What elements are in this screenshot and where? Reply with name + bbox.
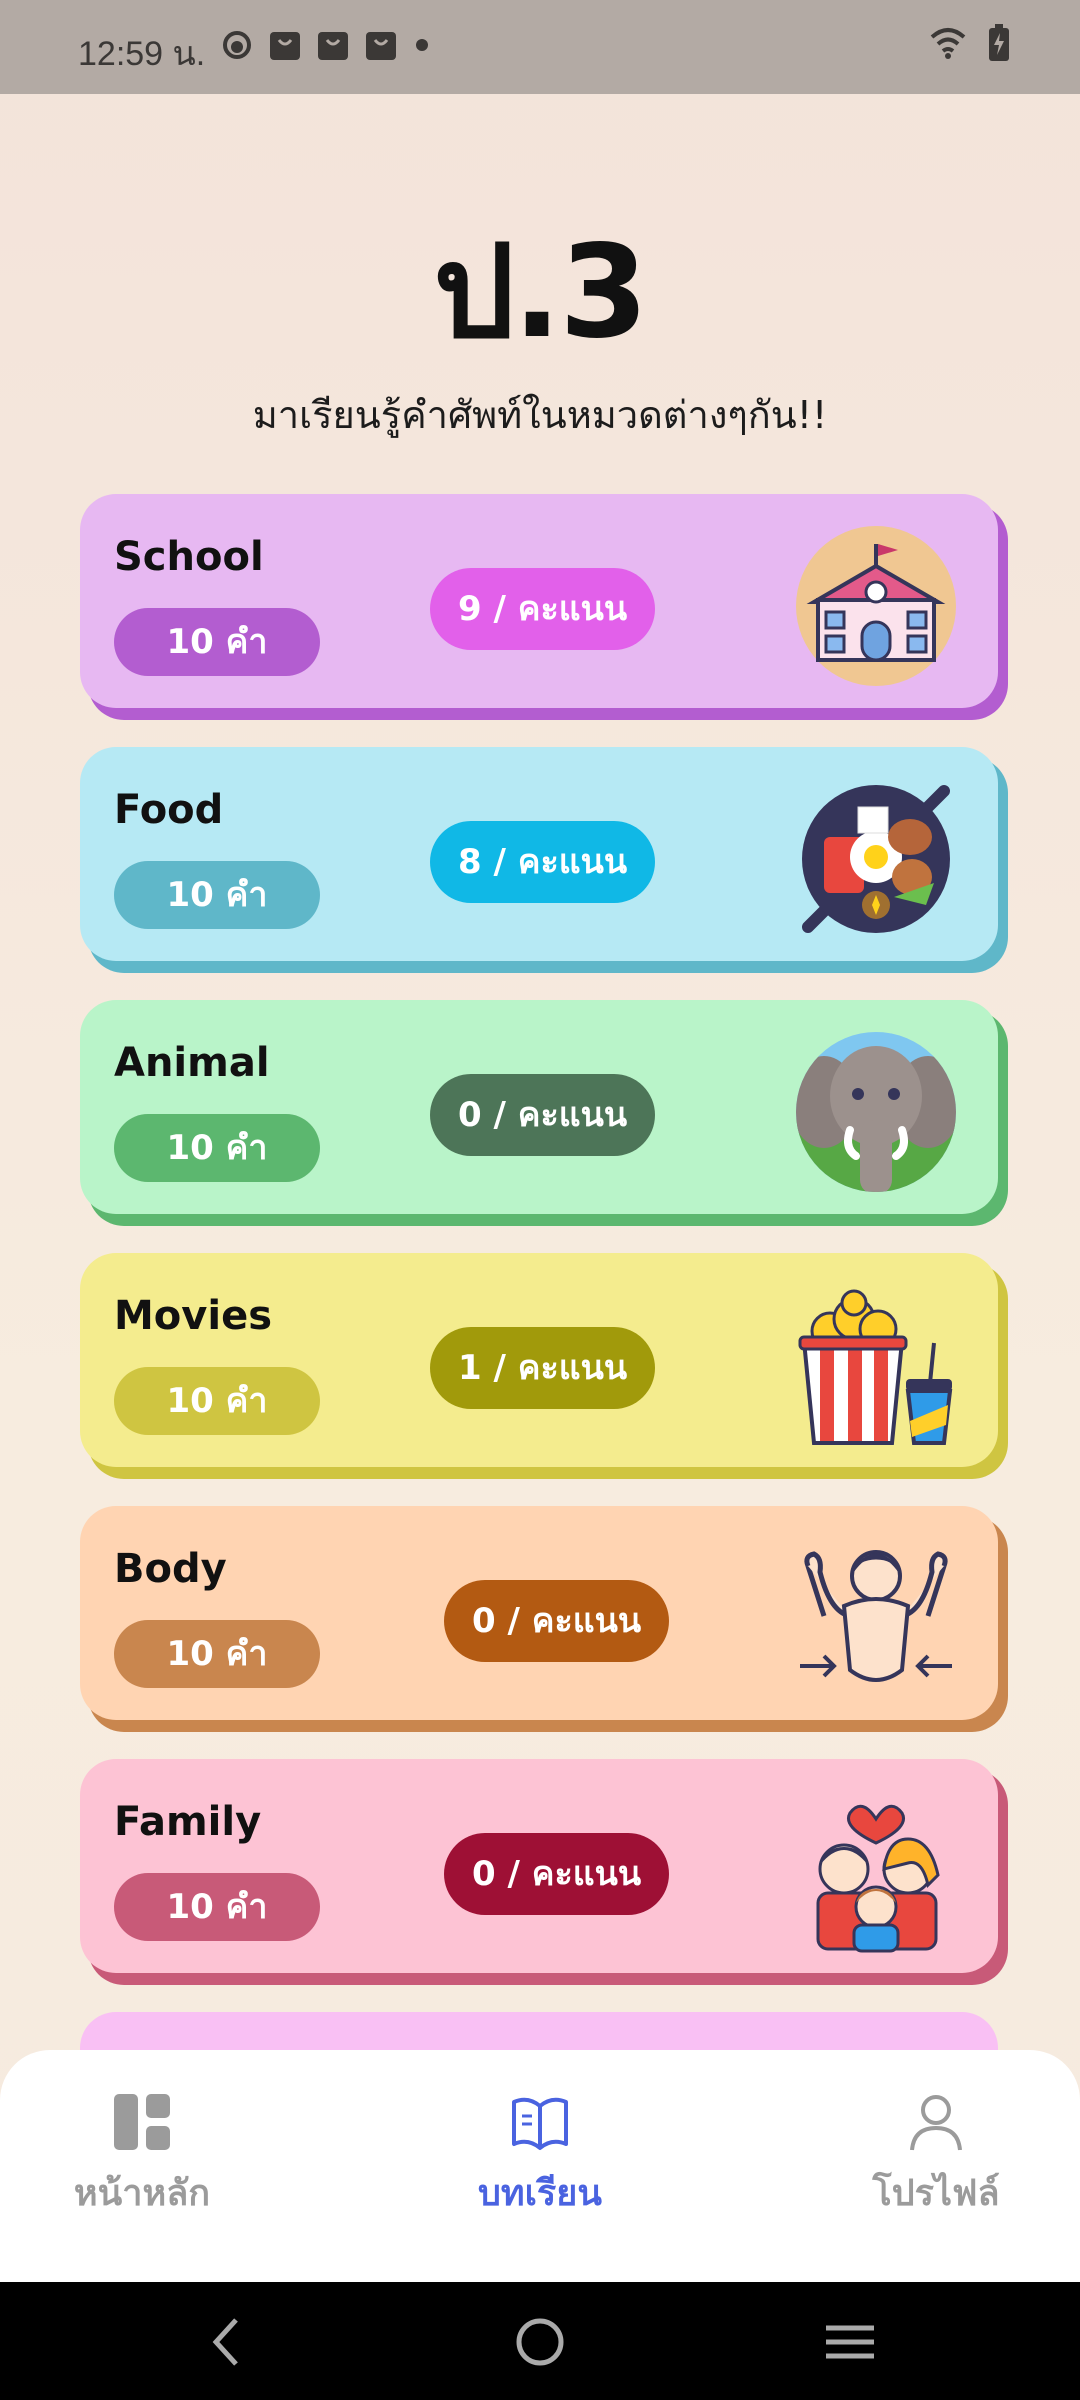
category-name: School	[114, 534, 264, 580]
score-pill: 0 / คะแนน	[444, 1580, 670, 1662]
recent-apps-icon[interactable]	[820, 2312, 880, 2372]
word-count-pill: 10 คำ	[114, 1367, 320, 1435]
word-count-pill: 10 คำ	[114, 1620, 320, 1688]
status-time: 12:59 น.	[78, 35, 206, 73]
school-building-icon	[796, 526, 956, 686]
category-name: Movies	[114, 1293, 273, 1339]
nav-lessons[interactable]: บทเรียน	[410, 2090, 670, 2221]
score-pill: 1 / คะแนน	[430, 1327, 656, 1409]
word-count-pill: 10 คำ	[114, 608, 320, 676]
category-card-movies[interactable]: Movies 10 คำ 1 / คะแนน	[80, 1253, 1008, 1479]
nav-home-label: หน้าหลัก	[73, 2173, 211, 2214]
face-notification-icon	[223, 31, 251, 59]
word-count-pill: 10 คำ	[114, 861, 320, 929]
body-man-icon	[800, 1550, 952, 1682]
word-count-pill: 10 คำ	[114, 1873, 320, 1941]
elephant-icon	[796, 1032, 956, 1192]
score-pill: 8 / คะแนน	[430, 821, 656, 903]
category-card-school[interactable]: School 10 คำ 9 / คะแนน	[80, 494, 1008, 720]
score-pill: 0 / คะแนน	[444, 1833, 670, 1915]
category-name: Animal	[114, 1040, 270, 1086]
word-count-pill: 10 คำ	[114, 1114, 320, 1182]
category-card-animal[interactable]: Animal 10 คำ 0 / คะแนน	[80, 1000, 1008, 1226]
wifi-icon	[930, 28, 966, 59]
shopping-bag-icon	[366, 32, 396, 60]
popcorn-drink-icon	[798, 1289, 953, 1445]
nav-profile-label: โปรไฟล์	[872, 2173, 1000, 2214]
score-pill: 9 / คะแนน	[430, 568, 656, 650]
family-icon	[816, 1804, 940, 1953]
category-name: Family	[114, 1799, 262, 1845]
system-indicators	[928, 24, 1010, 62]
dashboard-icon	[114, 2094, 170, 2150]
bottom-navigation: หน้าหลัก บทเรียน โปรไฟล์	[0, 2050, 1080, 2282]
system-navigation-bar	[0, 2282, 1080, 2400]
page-title: ป.3	[433, 218, 649, 367]
page-subtitle: มาเรียนรู้คำศัพท์ในหมวดต่างๆกัน!!	[252, 393, 828, 437]
open-book-icon	[512, 2097, 568, 2150]
food-pan-icon	[802, 785, 950, 933]
notification-icons	[220, 28, 432, 62]
category-card-food[interactable]: Food 10 คำ 8 / คะแนน	[80, 747, 1008, 973]
category-name: Body	[114, 1546, 227, 1592]
home-circle-icon[interactable]	[510, 2312, 570, 2372]
category-name: Food	[114, 787, 224, 833]
nav-lessons-label: บทเรียน	[478, 2173, 602, 2214]
category-card-body[interactable]: Body 10 คำ 0 / คะแนน	[80, 1506, 1008, 1732]
shopping-bag-icon	[270, 32, 300, 60]
shopping-bag-icon	[318, 32, 348, 60]
status-bar: 12:59 น.	[0, 0, 1080, 94]
user-profile-icon	[910, 2095, 962, 2151]
category-card-family[interactable]: Family 10 คำ 0 / คะแนน	[80, 1759, 1008, 1985]
back-icon[interactable]	[198, 2312, 258, 2372]
dot-icon	[416, 39, 428, 51]
score-pill: 0 / คะแนน	[430, 1074, 656, 1156]
nav-profile[interactable]: โปรไฟล์	[806, 2090, 1066, 2221]
nav-home[interactable]: หน้าหลัก	[12, 2090, 272, 2221]
battery-charging-icon	[989, 24, 1009, 61]
